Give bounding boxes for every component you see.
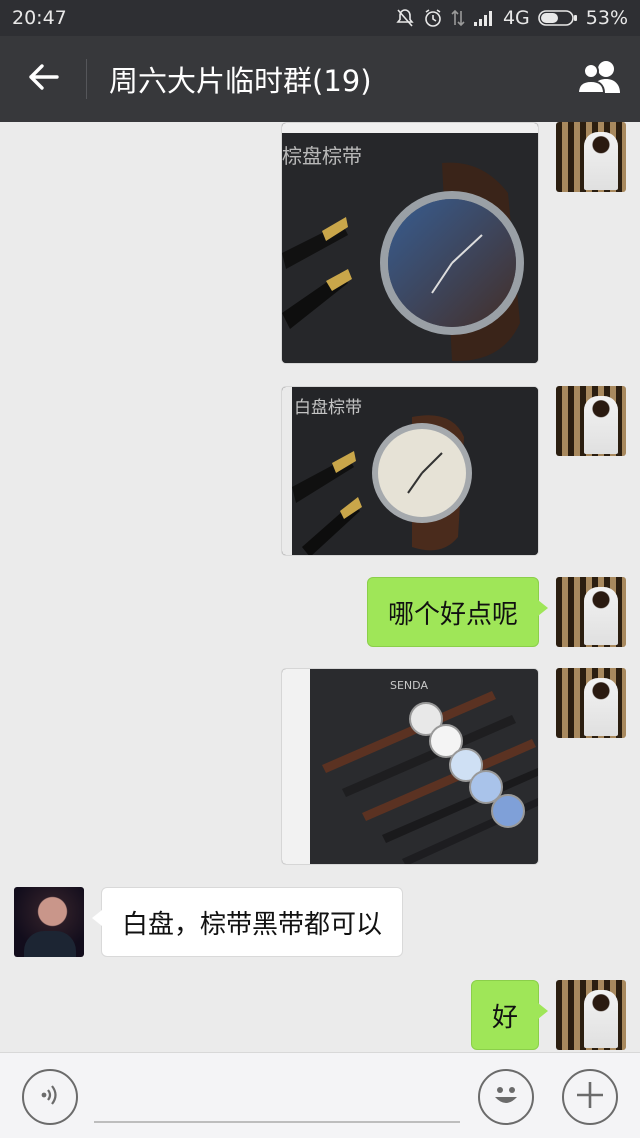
voice-button[interactable] (22, 1069, 78, 1125)
emoji-icon (486, 1075, 526, 1119)
battery-level: 53% (585, 7, 628, 29)
avatar[interactable] (556, 668, 626, 738)
plus-icon (574, 1079, 606, 1115)
avatar[interactable] (556, 577, 626, 647)
status-icons: 4G 53% (395, 7, 628, 29)
avatar[interactable] (556, 980, 626, 1050)
voice-icon (36, 1081, 64, 1113)
group-info-button[interactable] (560, 36, 640, 122)
message-bubble-out[interactable]: 好 (470, 980, 549, 1050)
image-caption: 棕盘棕带 (282, 144, 362, 168)
message-bubble-in[interactable]: 白盘，棕带黑带都可以 (91, 887, 404, 957)
more-button[interactable] (562, 1069, 618, 1125)
message-bubble-out[interactable]: 哪个好点呢 (366, 577, 549, 647)
image-caption: 白盘棕带 (294, 398, 362, 418)
emoji-button[interactable] (478, 1069, 534, 1125)
battery-icon (537, 9, 578, 27)
message-text: 哪个好点呢 (387, 599, 518, 630)
message-text: 白盘，棕带黑带都可以 (122, 909, 383, 940)
chat-title: 周六大片临时群(19) (109, 64, 372, 98)
back-arrow-icon (27, 63, 59, 95)
image-brand-text: SENDA (390, 679, 428, 692)
message-text: 好 (491, 1002, 518, 1033)
avatar[interactable] (556, 122, 626, 192)
image-message[interactable]: 白盘棕带 (281, 386, 539, 556)
message-list[interactable]: 棕盘棕带 白盘棕带 哪个好点呢 SENDA 白盘，棕带黑带都可以 好 (0, 122, 640, 1052)
status-bar: 20:47 4G 53% (0, 0, 640, 36)
group-members-icon (576, 59, 624, 99)
status-time: 20:47 (12, 7, 67, 29)
back-button[interactable] (0, 36, 86, 122)
title-divider (86, 59, 87, 99)
signal-icon (473, 9, 495, 27)
image-message[interactable]: SENDA (281, 668, 539, 865)
avatar[interactable] (14, 887, 84, 957)
title-bar: 周六大片临时群(19) (0, 36, 640, 122)
mute-icon (395, 8, 415, 28)
input-bar (0, 1052, 640, 1138)
avatar[interactable] (556, 386, 626, 456)
message-input[interactable] (94, 1075, 460, 1123)
alarm-icon (423, 8, 443, 28)
network-type: 4G (502, 7, 530, 29)
image-message[interactable]: 棕盘棕带 (281, 122, 539, 364)
chat-screen: 20:47 4G 53% 周六大片临时群(19) 棕盘棕带 白盘棕带 哪个好点呢… (0, 0, 640, 1138)
data-icon (451, 8, 465, 28)
